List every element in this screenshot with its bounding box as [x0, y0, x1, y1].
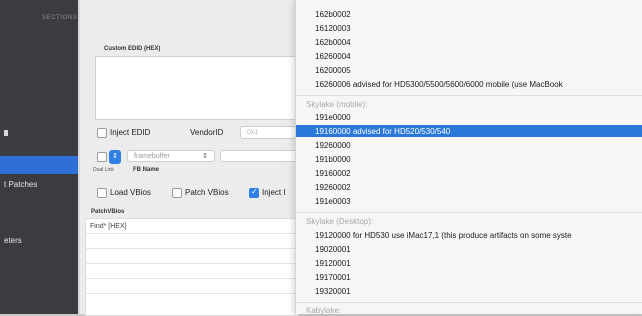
platform-id-menu: 162b0002 16120003 162b0004 16260004 1620… [295, 0, 642, 315]
fb-name-label: FB Name [133, 167, 160, 173]
menu-item[interactable]: 19260000 [315, 141, 351, 150]
patch-vbios-checkbox[interactable] [172, 188, 182, 198]
menu-section-skylake-desktop: Skylake (Desktop): [306, 217, 374, 226]
menu-item[interactable]: 191e0003 [315, 197, 351, 206]
dual-link-label: Dual Link [93, 167, 114, 173]
patch-vbios-header: PatchVBios [91, 209, 125, 215]
sidebar-item-selected[interactable] [0, 156, 78, 174]
sidebar-header: SECTIONS [42, 15, 78, 21]
sidebar-item-patches[interactable]: t Patches [0, 180, 78, 189]
menu-item[interactable]: 19260002 [315, 183, 351, 192]
inject-edid-checkbox[interactable] [97, 128, 107, 138]
menu-item[interactable]: 16260006 advised for HD5300/5500/5600/60… [315, 80, 563, 89]
menu-item[interactable]: 191b0000 [315, 155, 351, 164]
menu-item[interactable]: 19120000 for HD530 use iMac17,1 (this pr… [315, 231, 572, 240]
menu-item[interactable]: 16200005 [315, 66, 351, 75]
menu-item[interactable]: 19170001 [315, 273, 351, 282]
menu-separator [296, 212, 642, 213]
menu-item[interactable]: 19120001 [315, 259, 351, 268]
sidebar-item-parameters[interactable]: eters [0, 236, 78, 245]
menu-item[interactable]: 16120003 [315, 24, 351, 33]
table-row [85, 248, 297, 249]
framebuffer-popup[interactable]: framebuffer ⇕ [127, 150, 215, 162]
vendor-id-field[interactable]: 0x1 [240, 126, 296, 139]
menu-item[interactable]: 19320001 [315, 287, 351, 296]
framebuffer-placeholder: framebuffer [134, 153, 170, 160]
fb-name-field[interactable] [220, 150, 298, 162]
patch-vbios-label: Patch VBios [185, 188, 229, 197]
sidebar-stub-mark [4, 130, 8, 136]
table-row [85, 263, 297, 264]
table-row [85, 278, 297, 279]
load-vbios-label: Load VBios [110, 188, 151, 197]
vendor-id-label: VendorID [190, 128, 224, 137]
menu-separator [296, 302, 642, 303]
custom-edid-field[interactable] [95, 56, 300, 120]
inject-label: Inject I [262, 188, 286, 197]
find-column-header: Find* [HEX] [90, 223, 127, 230]
inject-checkbox[interactable] [249, 187, 259, 198]
sidebar: SECTIONS t Patches eters [0, 0, 78, 314]
table-row [85, 293, 297, 294]
menu-item[interactable]: 191e0000 [315, 113, 351, 122]
menu-item[interactable]: 162b0004 [315, 38, 351, 47]
menu-item[interactable]: 19160002 [315, 169, 351, 178]
custom-edid-label: Custom EDID (HEX) [104, 46, 161, 52]
menu-item[interactable]: 162b0002 [315, 10, 351, 19]
menu-section-skylake-mobile: Skylake (mobile): [306, 100, 368, 109]
dual-link-checkbox[interactable] [97, 152, 107, 162]
inject-edid-label: Inject EDID [110, 128, 151, 137]
sidebar-item-stub[interactable] [0, 128, 8, 138]
menu-item-selected[interactable]: 19160000 advised for HD520/530/540 [315, 127, 450, 136]
table-row [85, 233, 297, 234]
menu-separator [296, 95, 642, 96]
menu-item[interactable]: 19020001 [315, 245, 351, 254]
menu-item[interactable]: 16260004 [315, 52, 351, 61]
load-vbios-checkbox[interactable] [97, 188, 107, 198]
chevron-updown-icon: ⇕ [202, 153, 208, 160]
dual-link-stepper[interactable]: ⇕ [109, 150, 121, 164]
